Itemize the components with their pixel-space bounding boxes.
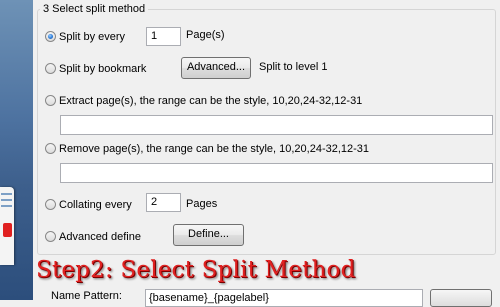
split-method-group-title: 3 Select split method (40, 3, 149, 15)
extract-pages-radio[interactable] (45, 95, 56, 106)
split-by-every-radio[interactable] (45, 31, 56, 42)
split-by-every-label[interactable]: Split by every (59, 30, 125, 44)
collating-pages-input[interactable]: 2 (146, 193, 181, 212)
advanced-define-label[interactable]: Advanced define (59, 230, 141, 244)
split-by-bookmark-radio[interactable] (45, 63, 56, 74)
extract-pages-input[interactable] (60, 115, 493, 135)
bookmark-level-text: Split to level 1 (259, 61, 328, 73)
define-button[interactable]: Define... (173, 224, 244, 246)
collating-unit-label: Pages (186, 198, 218, 210)
remove-pages-input[interactable] (60, 163, 493, 183)
collating-every-label[interactable]: Collating every (59, 198, 132, 212)
bookmark-advanced-button[interactable]: Advanced... (181, 57, 251, 79)
name-pattern-label: Name Pattern: (51, 290, 122, 302)
collating-every-radio[interactable] (45, 199, 56, 210)
step-caption: Step2: Select Split Method (36, 257, 356, 283)
split-every-pages-input[interactable]: 1 (146, 27, 181, 46)
remove-pages-radio[interactable] (45, 143, 56, 154)
extract-pages-label[interactable]: Extract page(s), the range can be the st… (59, 94, 362, 108)
advanced-define-radio[interactable] (45, 231, 56, 242)
pdf-document-icon (0, 187, 14, 265)
remove-pages-label[interactable]: Remove page(s), the range can be the sty… (59, 142, 369, 156)
name-pattern-input[interactable]: {basename}_{pagelabel} (145, 289, 423, 307)
split-dialog: 3 Select split method Split by every 1 P… (33, 0, 500, 307)
split-by-bookmark-label[interactable]: Split by bookmark (59, 62, 146, 76)
split-every-unit-label: Page(s) (186, 29, 225, 41)
name-pattern-button[interactable] (430, 289, 492, 307)
